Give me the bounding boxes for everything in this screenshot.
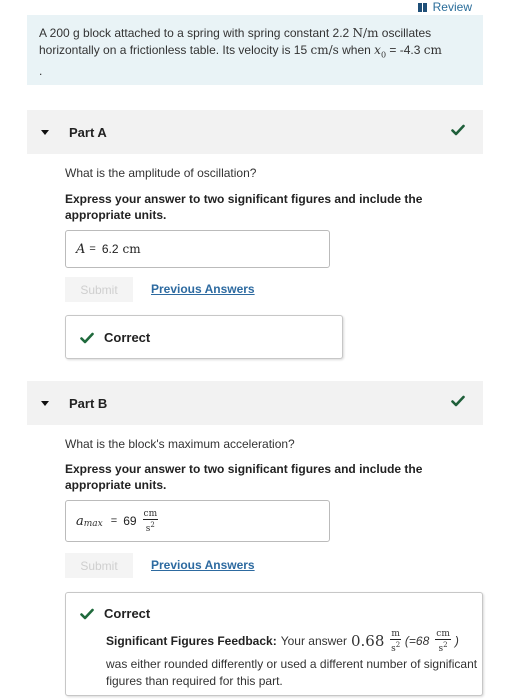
part-a-question: What is the amplitude of oscillation? — [65, 166, 257, 180]
check-icon — [80, 332, 94, 343]
check-icon — [80, 608, 94, 619]
problem-statement: A 200 g block attached to a spring with … — [27, 15, 483, 85]
part-a-header[interactable]: Part A — [27, 110, 483, 154]
answer-unit: cm s2 — [142, 508, 159, 534]
check-icon — [451, 395, 465, 407]
feedback-value: 0.68 — [350, 632, 385, 650]
answer-variable-subscript: max — [83, 519, 103, 529]
problem-text: . — [39, 64, 43, 79]
answer-value: 6.2 — [101, 242, 119, 256]
review-label: Review — [432, 0, 472, 14]
problem-text: A 200 g block attached to a spring with … — [39, 26, 350, 40]
part-a-submit-button[interactable]: Submit — [65, 277, 133, 302]
unit-numerator: cm — [142, 508, 159, 520]
part-a-previous-answers-link[interactable]: Previous Answers — [151, 282, 255, 296]
feedback-heading: Significant Figures Feedback: — [106, 634, 277, 648]
equals-sign: = — [110, 515, 118, 527]
feedback-unit: cm s2 — [435, 629, 451, 654]
feedback-text: was either rounded differently or used a… — [106, 657, 478, 688]
problem-subscript: 0 — [380, 50, 387, 60]
unit-denominator: s2 — [438, 641, 448, 654]
review-icon — [417, 2, 427, 12]
correct-label: Correct — [104, 330, 151, 345]
problem-unit: cm/s — [310, 43, 339, 57]
answer-variable: a — [76, 513, 84, 529]
unit-numerator: cm — [435, 629, 451, 640]
unit-numerator: m — [390, 629, 401, 640]
sig-fig-feedback: Significant Figures Feedback: Your answe… — [106, 629, 486, 690]
part-b-answer-field[interactable]: a max = 69 cm s2 — [65, 500, 330, 542]
part-a-answer-field[interactable]: A = 6.2 cm — [65, 230, 330, 268]
part-b-feedback: Correct Significant Figures Feedback: Yo… — [65, 592, 483, 696]
caret-down-icon — [41, 129, 49, 135]
part-b-title: Part B — [69, 395, 108, 411]
unit-denominator: s2 — [145, 520, 155, 534]
part-a-feedback: Correct — [65, 315, 343, 359]
correct-label: Correct — [104, 606, 151, 621]
problem-unit: N/m — [352, 26, 379, 40]
caret-down-icon — [41, 400, 49, 406]
review-link[interactable]: Review — [417, 0, 472, 14]
part-b-header[interactable]: Part B — [27, 381, 483, 425]
problem-text: horizontally on a frictionless table. It… — [39, 43, 308, 57]
answer-variable: A — [76, 241, 86, 257]
problem-text: = -4.3 — [389, 43, 421, 57]
answer-value: 69 — [123, 514, 137, 528]
equals-sign: = — [89, 243, 96, 255]
problem-unit: cm — [423, 43, 442, 57]
part-b-instruction: Express your answer to two significant f… — [65, 462, 423, 492]
part-b-question: What is the block's maximum acceleration… — [65, 437, 295, 451]
part-a-title: Part A — [69, 124, 107, 140]
unit-denominator: s2 — [391, 641, 401, 654]
part-b-previous-answers-link[interactable]: Previous Answers — [151, 558, 255, 572]
feedback-text: (=68 — [404, 634, 430, 648]
feedback-text: ) — [454, 634, 459, 648]
answer-unit: cm — [122, 242, 141, 256]
part-a-instruction: Express your answer to two significant f… — [65, 192, 423, 222]
check-icon — [451, 124, 465, 136]
problem-text: when — [342, 43, 371, 57]
part-b-submit-button[interactable]: Submit — [65, 553, 133, 578]
problem-variable: x — [374, 43, 381, 57]
feedback-unit: m s2 — [390, 629, 401, 654]
problem-text: oscillates — [378, 26, 432, 40]
feedback-text: Your answer — [280, 634, 347, 648]
